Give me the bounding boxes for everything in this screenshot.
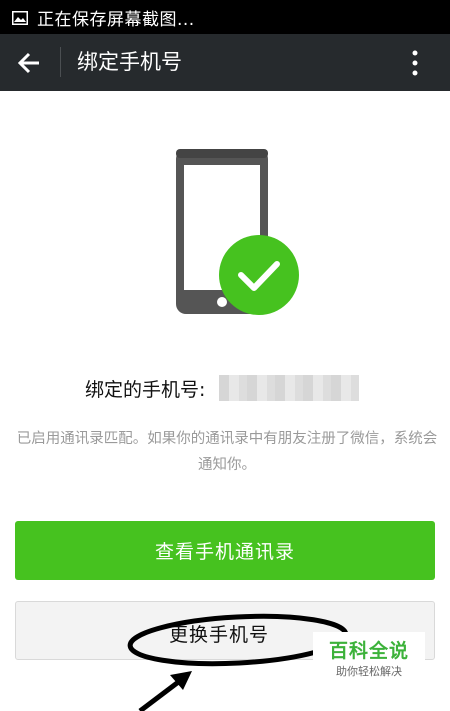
page-title: 绑定手机号 <box>77 50 182 74</box>
view-contacts-button[interactable]: 查看手机通讯录 <box>15 521 435 580</box>
change-number-label: 更换手机号 <box>169 624 270 646</box>
status-text: 正在保存屏幕截图... <box>37 9 195 30</box>
image-icon <box>12 10 28 25</box>
masked-phone-number <box>219 375 360 401</box>
app-bar: 绑定手机号 <box>0 34 450 91</box>
bound-number-label: 绑定的手机号: <box>85 378 206 401</box>
back-button[interactable] <box>16 50 44 76</box>
watermark-subtitle: 助你轻松解决 <box>336 665 402 678</box>
arrow-left-icon <box>17 52 39 74</box>
bound-number-row: 绑定的手机号: <box>85 374 360 402</box>
more-vertical-icon <box>412 50 418 76</box>
more-menu-button[interactable] <box>405 49 425 77</box>
watermark-title: 百科全说 <box>328 640 409 662</box>
phone-check-icon <box>170 143 305 321</box>
watermark: 百科全说 助你轻松解决 <box>313 632 425 688</box>
status-bar: 正在保存屏幕截图... <box>0 0 450 34</box>
contacts-match-description: 已启用通讯录匹配。如果你的通讯录中有朋友注册了微信，系统会通知你。 <box>16 431 438 473</box>
app-bar-divider <box>60 47 61 77</box>
